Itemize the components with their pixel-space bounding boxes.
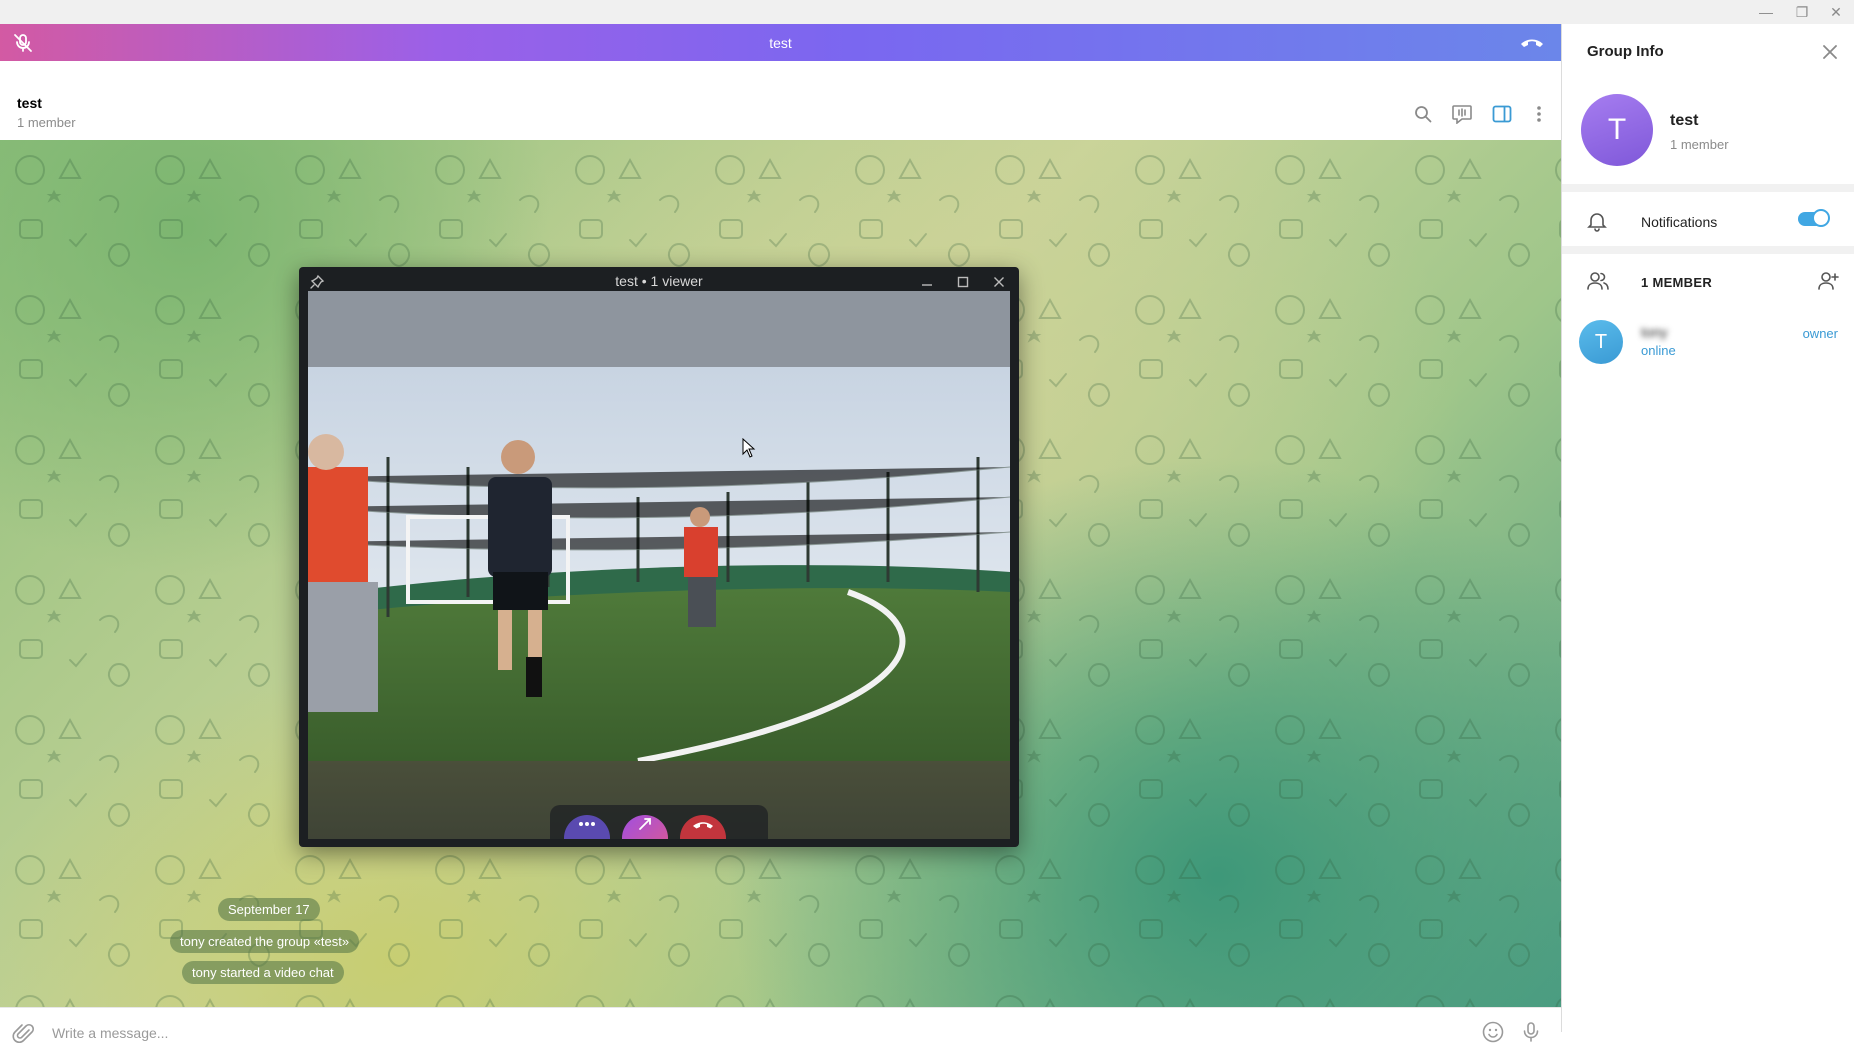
notifications-toggle[interactable] xyxy=(1798,209,1830,227)
close-icon[interactable] xyxy=(1818,40,1842,64)
video-window-title: test • 1 viewer xyxy=(615,273,703,289)
video-minimize-icon[interactable] xyxy=(913,271,941,293)
video-chat-window[interactable]: test • 1 viewer xyxy=(299,267,1019,847)
members-section-label: 1 MEMBER xyxy=(1641,275,1713,290)
message-composer xyxy=(0,1007,1561,1057)
message-input[interactable] xyxy=(50,1018,1454,1048)
chat-member-count: 1 member xyxy=(17,115,76,130)
search-icon[interactable] xyxy=(1410,101,1436,127)
service-message-video-chat-started[interactable]: tony started a video chat xyxy=(182,961,344,984)
group-name: test xyxy=(1670,112,1699,129)
toggle-knob xyxy=(1812,209,1830,227)
collapse-video-icon[interactable] xyxy=(622,815,668,839)
sidebar-toggle-icon[interactable] xyxy=(1489,101,1515,127)
notifications-label: Notifications xyxy=(1641,214,1718,230)
video-maximize-icon[interactable] xyxy=(949,271,977,293)
microphone-icon[interactable] xyxy=(1519,1020,1545,1046)
video-letterbox-top xyxy=(308,291,1010,367)
section-divider xyxy=(1562,184,1854,192)
member-status: online xyxy=(1641,343,1676,358)
hang-up-icon[interactable] xyxy=(1519,34,1545,52)
player-left xyxy=(308,434,378,712)
emoji-icon[interactable] xyxy=(1481,1020,1507,1046)
members-icon xyxy=(1586,270,1610,294)
chat-title[interactable]: test xyxy=(17,95,42,111)
member-list-item[interactable]: T tony online owner xyxy=(1562,314,1854,370)
member-role-badge: owner xyxy=(1802,326,1838,341)
group-member-count: 1 member xyxy=(1670,137,1729,152)
video-close-icon[interactable] xyxy=(985,271,1013,293)
video-frame xyxy=(308,367,1010,761)
active-call-bar[interactable]: test xyxy=(0,24,1561,61)
restore-window-button[interactable]: ❐ xyxy=(1784,0,1820,24)
group-info-title: Group Info xyxy=(1587,43,1664,60)
video-stream-area[interactable] xyxy=(308,291,1010,839)
os-title-bar: — ❐ ✕ xyxy=(0,0,1854,25)
attach-icon[interactable] xyxy=(12,1022,36,1046)
close-window-button[interactable]: ✕ xyxy=(1818,0,1854,24)
leave-call-icon[interactable] xyxy=(680,815,726,839)
bell-icon xyxy=(1586,210,1610,234)
call-title: test xyxy=(769,35,792,51)
member-name: tony xyxy=(1641,324,1668,340)
group-info-panel: Group Info T test 1 member Notifications… xyxy=(1562,24,1854,1032)
add-member-icon[interactable] xyxy=(1816,270,1840,294)
video-controls-bar xyxy=(550,805,768,839)
member-avatar: T xyxy=(1579,320,1623,364)
video-chat-icon[interactable] xyxy=(1449,101,1475,127)
more-options-icon[interactable] xyxy=(1526,101,1552,127)
section-divider xyxy=(1562,246,1854,254)
chat-header: test 1 member xyxy=(0,61,1561,141)
minimize-window-button[interactable]: — xyxy=(1748,0,1784,24)
group-avatar[interactable]: T xyxy=(1581,94,1653,166)
service-message-group-created: tony created the group «test» xyxy=(170,930,360,953)
date-separator: September 17 xyxy=(218,898,320,921)
more-options-icon[interactable] xyxy=(564,815,610,839)
